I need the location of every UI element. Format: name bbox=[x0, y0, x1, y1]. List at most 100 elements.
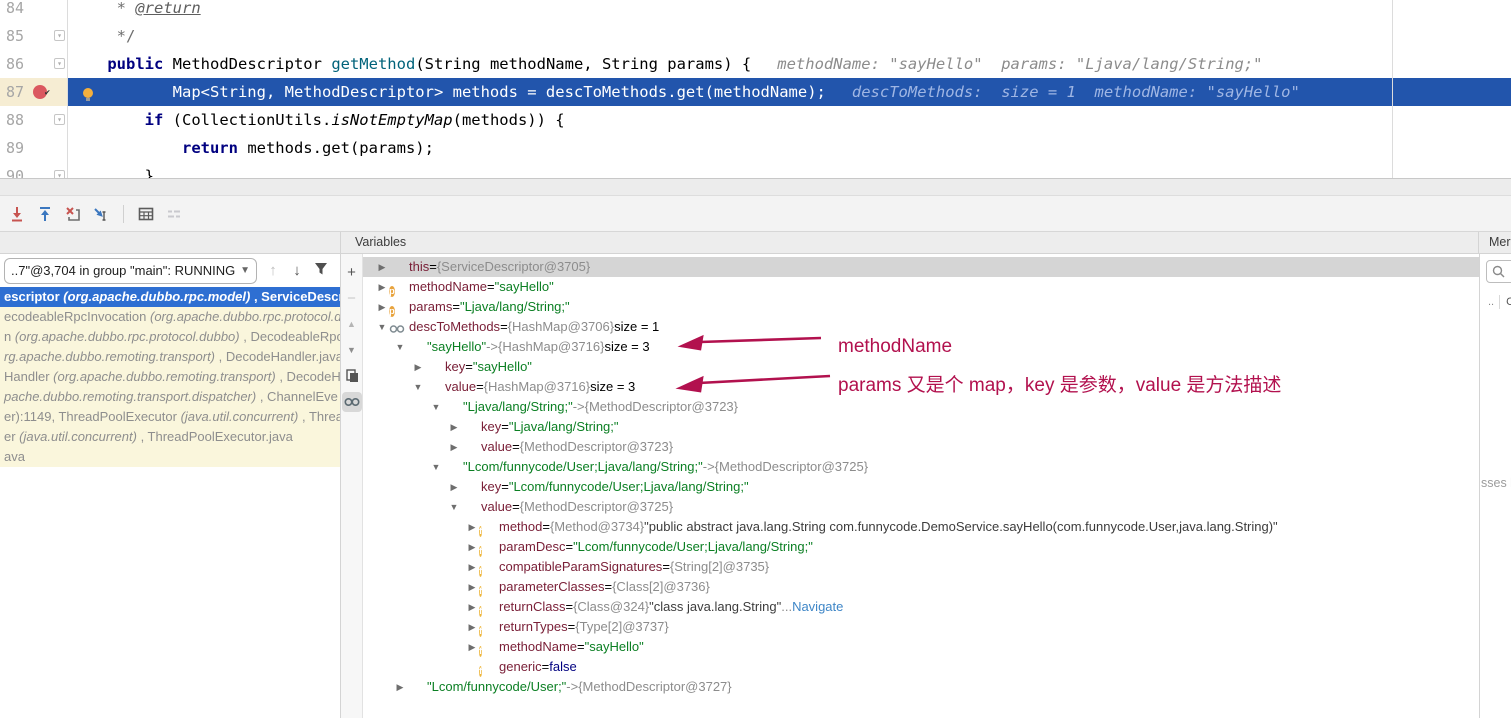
variable-row[interactable]: ▼"Lcom/funnycode/User;Ljava/lang/String;… bbox=[363, 457, 1479, 477]
variable-row[interactable]: ▶pparams = "Ljava/lang/String;" bbox=[363, 297, 1479, 317]
inline-debugger-hint: descToMethods: size = 1 methodName: "say… bbox=[852, 83, 1300, 101]
editor-gutter[interactable]: 88▾ bbox=[0, 106, 68, 134]
variable-row[interactable]: ▶"Lcom/funnycode/User;" -> {MethodDescri… bbox=[363, 677, 1479, 697]
previous-frame-icon[interactable]: ↑ bbox=[265, 262, 281, 279]
chevron-collapsed-icon[interactable]: ▶ bbox=[465, 537, 479, 557]
frame-row[interactable]: er):1149, ThreadPoolExecutor (java.util.… bbox=[0, 407, 340, 427]
variable-row[interactable]: ▶fmethod = {Method@3734} "public abstrac… bbox=[363, 517, 1479, 537]
variable-row[interactable]: ▼descToMethods = {HashMap@3706} size = 1 bbox=[363, 317, 1479, 337]
move-down-icon[interactable]: ▼ bbox=[342, 340, 362, 360]
move-up-icon[interactable]: ▲ bbox=[342, 314, 362, 334]
chevron-collapsed-icon[interactable]: ▶ bbox=[465, 577, 479, 597]
editor-line[interactable]: 84 * @return bbox=[0, 0, 1511, 22]
variable-text: value bbox=[481, 437, 512, 457]
variable-row[interactable]: ▼"sayHello" -> {HashMap@3716} size = 3 bbox=[363, 337, 1479, 357]
add-watch-icon[interactable]: + bbox=[342, 262, 362, 282]
chevron-collapsed-icon[interactable]: ▶ bbox=[465, 637, 479, 657]
navigate-link[interactable]: Navigate bbox=[792, 597, 843, 617]
intention-bulb-icon[interactable] bbox=[82, 84, 94, 100]
chevron-collapsed-icon[interactable]: ▶ bbox=[375, 277, 389, 297]
variable-row[interactable]: ▶key = "Lcom/funnycode/User;Ljava/lang/S… bbox=[363, 477, 1479, 497]
frame-row[interactable]: pache.dubbo.remoting.transport.dispatche… bbox=[0, 387, 340, 407]
variable-row[interactable]: ▶value = {MethodDescriptor@3723} bbox=[363, 437, 1479, 457]
chevron-collapsed-icon[interactable]: ▶ bbox=[375, 297, 389, 317]
editor-line[interactable]: 87 Map<String, MethodDescriptor> methods… bbox=[0, 78, 1511, 106]
editor-line[interactable]: 85▾ */ bbox=[0, 22, 1511, 50]
variable-row[interactable]: ▶fparameterClasses = {Class[2]@3736} bbox=[363, 577, 1479, 597]
chevron-collapsed-icon[interactable]: ▶ bbox=[465, 597, 479, 617]
remove-watch-icon[interactable]: − bbox=[342, 288, 362, 308]
editor-line[interactable]: 86▾ public MethodDescriptor getMethod(St… bbox=[0, 50, 1511, 78]
variable-row[interactable]: ▶key = "sayHello" bbox=[363, 357, 1479, 377]
editor-gutter[interactable]: 84 bbox=[0, 0, 68, 22]
variable-text: size = 3 bbox=[604, 337, 649, 357]
chevron-collapsed-icon[interactable]: ▶ bbox=[375, 257, 389, 277]
variable-row[interactable]: fgeneric = false bbox=[363, 657, 1479, 677]
layout-options-icon[interactable] bbox=[165, 205, 183, 223]
evaluate-expression-icon[interactable] bbox=[137, 205, 155, 223]
chevron-expanded-icon[interactable]: ▼ bbox=[411, 377, 425, 397]
frame-row[interactable]: escriptor (org.apache.dubbo.rpc.model) ,… bbox=[0, 287, 340, 307]
frame-row[interactable]: n (org.apache.dubbo.rpc.protocol.dubbo) … bbox=[0, 327, 340, 347]
frame-row[interactable]: ava bbox=[0, 447, 340, 467]
chevron-expanded-icon[interactable]: ▼ bbox=[429, 397, 443, 417]
frame-text: ava bbox=[4, 449, 25, 464]
editor-gutter[interactable]: 87 bbox=[0, 78, 68, 106]
variable-row[interactable]: ▼"Ljava/lang/String;" -> {MethodDescript… bbox=[363, 397, 1479, 417]
fold-marker-icon[interactable]: ▾ bbox=[54, 170, 65, 178]
fold-marker-icon[interactable]: ▾ bbox=[54, 58, 65, 69]
drop-frame-icon[interactable] bbox=[64, 205, 82, 223]
variable-row[interactable]: ▶fmethodName = "sayHello" bbox=[363, 637, 1479, 657]
editor-gutter[interactable]: 89 bbox=[0, 134, 68, 162]
chevron-expanded-icon[interactable]: ▼ bbox=[429, 457, 443, 477]
variable-text: "Lcom/funnycode/User;Ljava/lang/String;" bbox=[509, 477, 749, 497]
editor-gutter[interactable]: 85▾ bbox=[0, 22, 68, 50]
force-step-into-icon[interactable] bbox=[8, 205, 26, 223]
fold-marker-icon[interactable]: ▾ bbox=[54, 30, 65, 41]
frame-row[interactable]: rg.apache.dubbo.remoting.transport) , De… bbox=[0, 347, 340, 367]
editor-gutter[interactable]: 90▾ bbox=[0, 162, 68, 178]
variable-row[interactable]: ▶fcompatibleParamSignatures = {String[2]… bbox=[363, 557, 1479, 577]
variable-row[interactable]: ▶freturnTypes = {Type[2]@3737} bbox=[363, 617, 1479, 637]
variable-row[interactable]: ▼value = {MethodDescriptor@3725} bbox=[363, 497, 1479, 517]
code-line-text: } bbox=[68, 162, 1511, 178]
chevron-expanded-icon[interactable]: ▼ bbox=[393, 337, 407, 357]
chevron-collapsed-icon[interactable]: ▶ bbox=[465, 517, 479, 537]
editor-gutter[interactable]: 86▾ bbox=[0, 50, 68, 78]
code-editor[interactable]: 84 * @return85▾ */86▾ public MethodDescr… bbox=[0, 0, 1511, 178]
frame-row[interactable]: Handler (org.apache.dubbo.remoting.trans… bbox=[0, 367, 340, 387]
chevron-expanded-icon[interactable]: ▼ bbox=[447, 497, 461, 517]
editor-line[interactable]: 90▾ } bbox=[0, 162, 1511, 178]
show-watches-toggle-icon[interactable] bbox=[342, 392, 362, 412]
chevron-collapsed-icon[interactable]: ▶ bbox=[447, 437, 461, 457]
variable-row[interactable]: ▼value = {HashMap@3716} size = 3 bbox=[363, 377, 1479, 397]
chevron-collapsed-icon[interactable]: ▶ bbox=[465, 557, 479, 577]
editor-line[interactable]: 88▾ if (CollectionUtils.isNotEmptyMap(me… bbox=[0, 106, 1511, 134]
chevron-collapsed-icon[interactable]: ▶ bbox=[393, 677, 407, 697]
chevron-collapsed-icon[interactable]: ▶ bbox=[447, 417, 461, 437]
chevron-expanded-icon[interactable]: ▼ bbox=[375, 317, 389, 337]
frame-row[interactable]: er (java.util.concurrent) , ThreadPoolEx… bbox=[0, 427, 340, 447]
variable-row[interactable]: ▶fparamDesc = "Lcom/funnycode/User;Ljava… bbox=[363, 537, 1479, 557]
breakpoint-icon[interactable] bbox=[33, 85, 47, 99]
variable-row[interactable]: ▶freturnClass = {Class@324} "class java.… bbox=[363, 597, 1479, 617]
next-frame-icon[interactable]: ↓ bbox=[289, 262, 305, 279]
editor-line[interactable]: 89 return methods.get(params); bbox=[0, 134, 1511, 162]
run-to-cursor-icon[interactable] bbox=[92, 205, 110, 223]
variable-text: this bbox=[409, 257, 429, 277]
variable-row[interactable]: ▶pmethodName = "sayHello" bbox=[363, 277, 1479, 297]
memory-search-input[interactable] bbox=[1486, 260, 1511, 283]
variable-row[interactable]: ▶key = "Ljava/lang/String;" bbox=[363, 417, 1479, 437]
chevron-collapsed-icon[interactable]: ▶ bbox=[465, 617, 479, 637]
step-out-icon[interactable] bbox=[36, 205, 54, 223]
fold-marker-icon[interactable]: ▾ bbox=[54, 114, 65, 125]
duplicate-watch-icon[interactable] bbox=[342, 366, 362, 386]
chevron-collapsed-icon[interactable]: ▶ bbox=[447, 477, 461, 497]
filter-frames-icon[interactable] bbox=[313, 262, 329, 280]
variable-row[interactable]: ▶this = {ServiceDescriptor@3705} bbox=[363, 257, 1479, 277]
frame-text: (org.apache.dubbo.rpc.protocol.dubbo) bbox=[15, 329, 240, 344]
thread-selector[interactable]: ..7"@3,704 in group "main": RUNNING ▼ bbox=[4, 258, 257, 284]
field-icon: f bbox=[479, 560, 493, 574]
chevron-collapsed-icon[interactable]: ▶ bbox=[411, 357, 425, 377]
frame-row[interactable]: ecodeableRpcInvocation (org.apache.dubbo… bbox=[0, 307, 340, 327]
